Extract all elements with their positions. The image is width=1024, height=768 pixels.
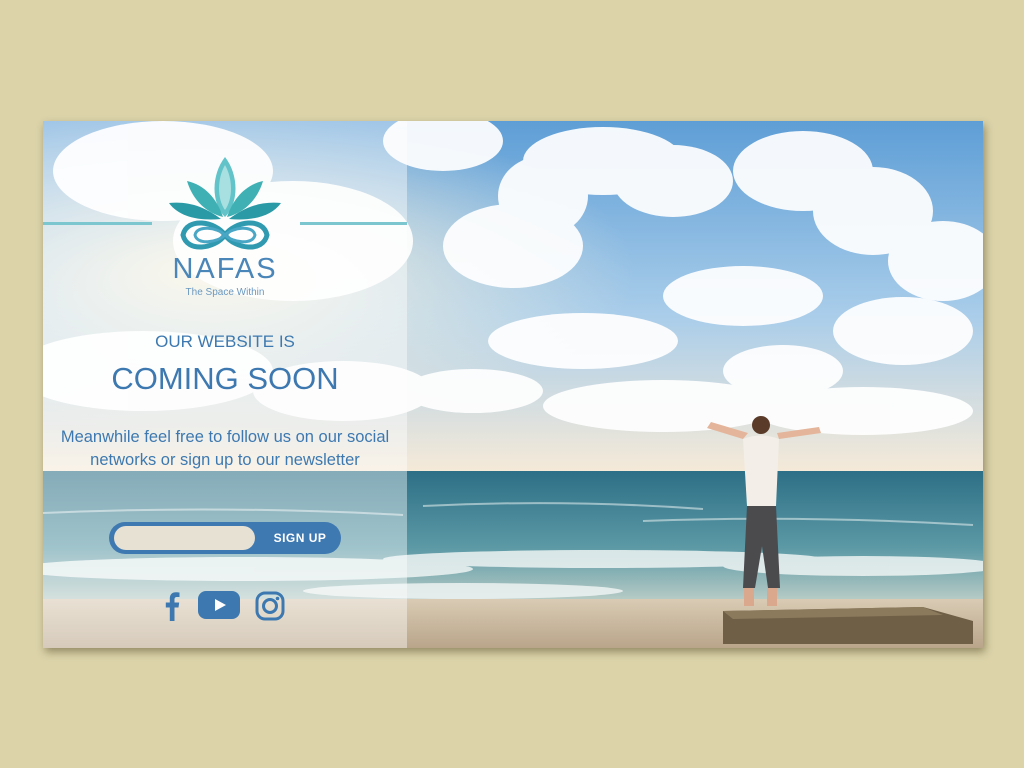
newsletter-signup: SIGN UP — [109, 522, 341, 554]
pre-heading: OUR WEBSITE IS — [155, 332, 295, 351]
landing-page-card: NAFAS The Space Within OUR WEBSITE IS CO… — [43, 121, 983, 648]
coming-soon-heading: COMING SOON — [111, 361, 339, 396]
instagram-icon[interactable] — [255, 591, 285, 621]
divider-left — [43, 222, 152, 225]
follow-message: Meanwhile feel free to follow us on our … — [60, 428, 390, 469]
brand-name: NAFAS — [172, 253, 278, 285]
sign-up-button[interactable]: SIGN UP — [259, 522, 341, 554]
lotus-logo-icon — [169, 157, 281, 250]
brand-tagline: The Space Within — [185, 287, 265, 298]
email-input[interactable] — [114, 526, 255, 550]
facebook-icon[interactable] — [163, 591, 181, 621]
left-content-panel: NAFAS The Space Within OUR WEBSITE IS CO… — [43, 121, 407, 648]
divider-right — [300, 222, 407, 225]
youtube-icon[interactable] — [198, 591, 240, 619]
